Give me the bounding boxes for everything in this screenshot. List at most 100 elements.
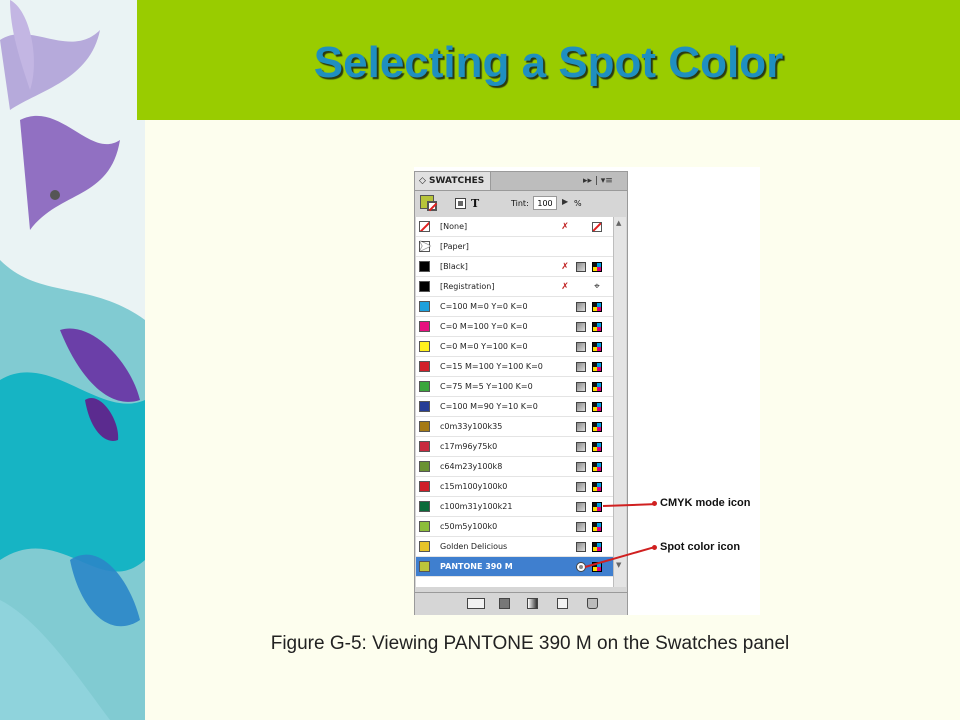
swatch-row[interactable]: [Paper]: [416, 237, 613, 257]
mouse-cursor-icon: ➤: [418, 238, 432, 255]
none-swatch-icon: [592, 222, 602, 232]
swatch-row[interactable]: [Registration] ✗ ⌖: [416, 277, 613, 297]
swatch-row[interactable]: c17m96y75k0: [416, 437, 613, 457]
swatch-row[interactable]: [Black] ✗: [416, 257, 613, 277]
swatch-name: Golden Delicious: [440, 542, 508, 551]
swatch-row[interactable]: C=0 M=0 Y=100 K=0: [416, 337, 613, 357]
swatch-name: c64m23y100k8: [440, 462, 503, 471]
panel-tab-bar: ◇ SWATCHES ▸▸ | ▾≡: [415, 172, 627, 191]
swatch-row[interactable]: [None] ✗: [416, 217, 613, 237]
swatch-name: [Paper]: [440, 242, 469, 251]
swatch-row[interactable]: c0m33y100k35: [416, 417, 613, 437]
tint-label: Tint:: [511, 199, 529, 208]
swatch-chip: [419, 461, 430, 472]
swatch-chip: [419, 301, 430, 312]
swatch-chip: [419, 501, 430, 512]
figure-caption: Figure G-5: Viewing PANTONE 390 M on the…: [270, 633, 790, 654]
swatch-row[interactable]: c15m100y100k0: [416, 477, 613, 497]
swatch-name: C=0 M=100 Y=0 K=0: [440, 322, 528, 331]
tint-input[interactable]: 100: [533, 196, 557, 210]
process-type-icon: [576, 522, 586, 532]
spot-callout-label: Spot color icon: [660, 541, 741, 553]
swatch-row[interactable]: c64m23y100k8: [416, 457, 613, 477]
scrollbar[interactable]: ▲ ▼: [613, 217, 626, 587]
swatch-row[interactable]: PANTONE 390 M: [416, 557, 613, 577]
scroll-up-icon[interactable]: ▲: [616, 219, 621, 227]
swatch-row[interactable]: C=100 M=90 Y=10 K=0: [416, 397, 613, 417]
swatch-name: [Registration]: [440, 282, 495, 291]
process-type-icon: [576, 542, 586, 552]
swatch-row[interactable]: C=0 M=100 Y=0 K=0: [416, 317, 613, 337]
swatch-name: C=0 M=0 Y=100 K=0: [440, 342, 528, 351]
cmyk-mode-icon: [592, 462, 602, 472]
cmyk-mode-icon: [592, 262, 602, 272]
swatch-row[interactable]: c50m5y100k0: [416, 517, 613, 537]
swatch-row[interactable]: C=15 M=100 Y=100 K=0: [416, 357, 613, 377]
no-edit-icon: ✗: [561, 222, 569, 232]
scroll-down-icon[interactable]: ▼: [616, 561, 621, 569]
swatch-chip: [419, 521, 430, 532]
process-type-icon: [576, 462, 586, 472]
paint-splash-image: [0, 0, 145, 720]
swatch-chip: [419, 281, 430, 292]
swatch-name: c100m31y100k21: [440, 502, 513, 511]
swatch-name: C=100 M=0 Y=0 K=0: [440, 302, 528, 311]
cmyk-mode-icon: [592, 382, 602, 392]
swatch-name: C=100 M=90 Y=10 K=0: [440, 402, 538, 411]
process-type-icon: [576, 382, 586, 392]
fill-stroke-icon[interactable]: [420, 195, 440, 213]
delete-icon[interactable]: [587, 598, 598, 609]
container-icon[interactable]: [455, 198, 466, 209]
swatches-panel: ◇ SWATCHES ▸▸ | ▾≡ T Tint: 100 ▶ % [None…: [414, 171, 628, 615]
cmyk-mode-icon: [592, 542, 602, 552]
tint-percent: %: [574, 199, 582, 208]
show-gradient-swatches-icon[interactable]: [527, 598, 538, 609]
swatch-chip: [419, 441, 430, 452]
panel-bottom-bar: [415, 592, 627, 615]
swatch-chip: [419, 401, 430, 412]
show-all-swatches-icon[interactable]: [467, 598, 485, 609]
text-icon[interactable]: T: [471, 197, 479, 210]
swatch-chip: [419, 341, 430, 352]
show-color-swatches-icon[interactable]: [499, 598, 510, 609]
swatch-chip: [419, 481, 430, 492]
swatch-name: c50m5y100k0: [440, 522, 498, 531]
registration-icon: ⌖: [594, 281, 600, 292]
swatch-chip: [419, 221, 430, 232]
process-type-icon: [576, 402, 586, 412]
process-type-icon: [576, 442, 586, 452]
swatch-chip: [419, 421, 430, 432]
no-edit-icon: ✗: [561, 282, 569, 292]
swatch-row[interactable]: c100m31y100k21: [416, 497, 613, 517]
stroke-swatch-icon[interactable]: [427, 201, 437, 211]
cmyk-mode-icon: [592, 322, 602, 332]
swatch-name: C=15 M=100 Y=100 K=0: [440, 362, 543, 371]
swatch-row[interactable]: C=100 M=0 Y=0 K=0: [416, 297, 613, 317]
swatch-name: c0m33y100k35: [440, 422, 503, 431]
swatch-chip: [419, 361, 430, 372]
new-swatch-icon[interactable]: [557, 598, 568, 609]
swatch-chip: [419, 381, 430, 392]
process-type-icon: [576, 302, 586, 312]
slide-title: Selecting a Spot Color: [313, 38, 784, 87]
cmyk-mode-icon: [592, 362, 602, 372]
tint-arrow-icon[interactable]: ▶: [562, 197, 568, 206]
cmyk-mode-icon: [592, 522, 602, 532]
swatch-name: [None]: [440, 222, 468, 231]
cmyk-mode-icon: [592, 482, 602, 492]
process-type-icon: [576, 262, 586, 272]
cmyk-mode-icon: [592, 402, 602, 412]
tab-swatches[interactable]: ◇ SWATCHES: [415, 172, 491, 190]
swatch-chip: [419, 561, 430, 572]
panel-menu-controls[interactable]: ▸▸ | ▾≡: [583, 172, 613, 190]
cmyk-mode-icon: [592, 302, 602, 312]
swatch-name: c17m96y75k0: [440, 442, 498, 451]
swatch-row[interactable]: Golden Delicious: [416, 537, 613, 557]
process-type-icon: [576, 342, 586, 352]
no-edit-icon: ✗: [561, 262, 569, 272]
swatch-list: [None] ✗ [Paper] [Black] ✗ [Registration] ✗ ⌖ C=…: [416, 217, 613, 587]
swatch-name: PANTONE 390 M: [440, 562, 513, 571]
swatch-row[interactable]: C=75 M=5 Y=100 K=0: [416, 377, 613, 397]
swatch-name: [Black]: [440, 262, 468, 271]
decorative-paint-splash: [0, 0, 145, 720]
